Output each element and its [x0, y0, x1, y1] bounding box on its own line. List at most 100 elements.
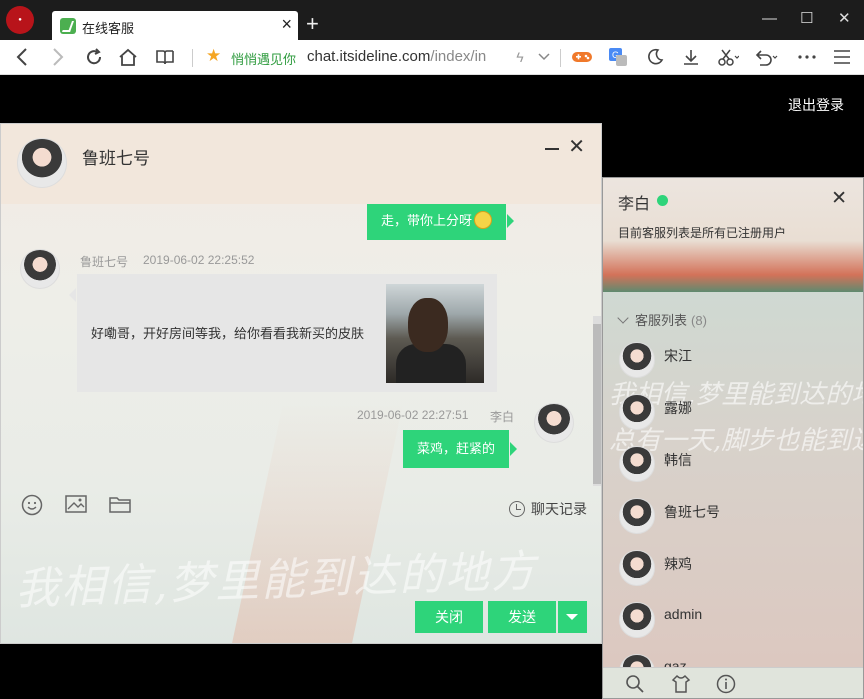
panel-body: 我相信,梦里能到达的地方总有一天,脚步也能到达。 客服列表(8) 宋江 露娜 韩… — [603, 292, 863, 690]
panel-close-icon[interactable]: ✕ — [831, 187, 847, 210]
browser-tab-bar: ● 在线客服 × + — ☐ ✕ — [0, 0, 864, 40]
night-mode-icon[interactable] — [643, 45, 667, 69]
contact-avatar — [619, 342, 655, 378]
divider — [560, 49, 561, 67]
send-options-dropdown[interactable] — [558, 601, 587, 633]
contact-item[interactable]: 露娜 — [619, 394, 859, 438]
bookmark-name[interactable]: 悄悄遇见你 — [231, 49, 296, 68]
info-icon[interactable] — [716, 674, 736, 694]
page-content: 退出登录 我相信,梦里能到达的地方 鲁班七号 ✕ 走，带你上分呀 鲁班七号 20… — [0, 75, 864, 699]
close-icon[interactable]: ✕ — [568, 134, 585, 159]
url-input[interactable]: chat.itsideline.com/index/in — [307, 48, 495, 65]
chat-header: 鲁班七号 ✕ — [1, 124, 601, 204]
smiley-emoji-icon — [474, 211, 493, 229]
message-text: 菜鸡，赶紧的 — [417, 441, 496, 456]
message-bubble: 好嘞哥，开好房间等我，给你看看我新买的皮肤 — [69, 274, 497, 392]
image-icon[interactable] — [65, 495, 87, 519]
chat-window: 我相信,梦里能到达的地方 鲁班七号 ✕ 走，带你上分呀 鲁班七号 2019-06… — [0, 123, 602, 644]
home-icon[interactable] — [116, 45, 140, 69]
contact-item[interactable]: 鲁班七号 — [619, 498, 859, 542]
photo-face — [408, 298, 448, 352]
contact-item[interactable]: 宋江 — [619, 342, 859, 386]
contact-item[interactable]: 韩信 — [619, 446, 859, 490]
message-photo[interactable] — [386, 284, 484, 383]
message-list: 走，带你上分呀 鲁班七号 2019-06-02 22:25:52 好嘞哥，开好房… — [1, 204, 601, 486]
emoji-icon[interactable] — [21, 494, 43, 522]
scroll-thumb[interactable] — [593, 324, 601, 484]
contact-name: 露娜 — [664, 400, 692, 416]
bookmark-star-icon[interactable]: ★ — [206, 46, 221, 66]
sender-name: 李白 — [490, 410, 515, 424]
logout-link[interactable]: 退出登录 — [788, 95, 844, 115]
back-icon[interactable] — [10, 45, 34, 69]
download-icon[interactable] — [679, 45, 703, 69]
window-close-button[interactable]: ✕ — [838, 9, 851, 29]
minimize-button[interactable]: — — [762, 9, 777, 29]
url-path: /index/in — [430, 48, 487, 65]
chat-history-label: 聊天记录 — [531, 501, 587, 517]
forward-icon[interactable] — [46, 45, 70, 69]
url-host: chat.itsideline.com — [307, 48, 431, 65]
contact-name: 鲁班七号 — [664, 504, 720, 520]
reading-mode-icon[interactable] — [153, 45, 177, 69]
message-time: 2019-06-02 22:27:51 — [357, 408, 469, 422]
browser-tab[interactable]: 在线客服 × — [52, 11, 298, 40]
tab-title: 在线客服 — [82, 21, 135, 36]
send-button[interactable]: 发送 — [488, 601, 556, 633]
contact-avatar — [619, 446, 655, 482]
online-status-indicator — [657, 195, 668, 206]
contact-panel: 李白 ✕ 目前客服列表是所有已注册用户 我相信,梦里能到达的地方总有一天,脚步也… — [602, 177, 864, 699]
skin-icon[interactable] — [671, 674, 691, 694]
message-bubble: 菜鸡，赶紧的 — [403, 430, 518, 468]
contact-name: 宋江 — [664, 348, 692, 364]
chat-history-button[interactable]: 聊天记录 — [509, 499, 587, 519]
search-icon[interactable] — [625, 674, 645, 694]
current-user-name: 李白 — [618, 196, 651, 213]
contact-name: admin — [664, 606, 703, 622]
contact-avatar — [619, 498, 655, 534]
contact-count: (8) — [691, 313, 707, 328]
more-icon[interactable] — [795, 45, 819, 69]
message-text: 好嘞哥，开好房间等我，给你看看我新买的皮肤 — [91, 326, 365, 341]
game-controller-icon[interactable] — [570, 45, 594, 69]
sender-name: 鲁班七号 — [80, 255, 129, 269]
chat-toolbar: 聊天记录 — [1, 486, 601, 522]
contact-item[interactable]: 辣鸡 — [619, 550, 859, 594]
translate-icon[interactable]: G — [606, 45, 630, 69]
chevron-down-icon[interactable] — [532, 45, 556, 69]
divider — [192, 49, 193, 67]
scissors-icon[interactable] — [716, 45, 740, 69]
panel-subtitle: 目前客服列表是所有已注册用户 — [618, 226, 787, 240]
contact-name: 韩信 — [664, 452, 692, 468]
message-time: 2019-06-02 22:25:52 — [143, 253, 255, 267]
site-favicon-icon — [60, 18, 76, 34]
contact-list-header[interactable]: 客服列表 (8) — [617, 310, 707, 329]
contact-avatar — [619, 602, 655, 638]
contact-avatar — [619, 394, 655, 430]
browser-logo-icon[interactable]: ● — [6, 6, 34, 34]
chat-avatar — [17, 138, 67, 188]
contact-name: 辣鸡 — [664, 556, 692, 572]
maximize-button[interactable]: ☐ — [800, 9, 813, 29]
contact-avatar — [619, 550, 655, 586]
scrollbar[interactable] — [593, 316, 601, 486]
panel-header: 李白 ✕ 目前客服列表是所有已注册用户 — [603, 178, 863, 292]
undo-icon[interactable] — [754, 45, 778, 69]
message-text: 走，带你上分呀 — [381, 213, 473, 228]
new-tab-button[interactable]: + — [306, 11, 319, 37]
sender-avatar — [534, 403, 574, 443]
contact-list-title: 客服列表 — [635, 313, 688, 328]
panel-footer — [603, 667, 863, 698]
chevron-down-icon — [617, 312, 629, 324]
minimize-icon[interactable] — [545, 148, 559, 150]
tab-close-button[interactable]: × — [281, 14, 292, 34]
folder-icon[interactable] — [109, 495, 131, 519]
message-bubble: 走，带你上分呀 — [367, 204, 515, 240]
close-button[interactable]: 关闭 — [415, 601, 483, 633]
reload-icon[interactable] — [82, 45, 106, 69]
sender-avatar — [20, 249, 60, 289]
contact-item[interactable]: admin — [619, 602, 859, 646]
menu-icon[interactable] — [830, 45, 854, 69]
lightning-icon[interactable]: ϟ — [508, 45, 532, 69]
address-bar: ★ 悄悄遇见你 chat.itsideline.com/index/in ϟ G — [0, 40, 864, 75]
